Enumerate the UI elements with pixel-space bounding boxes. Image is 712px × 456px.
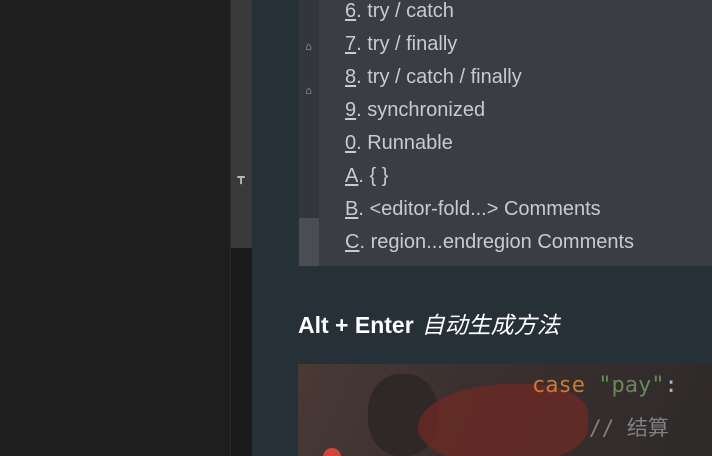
mnemonic-key: B [345, 198, 359, 220]
menu-item-label: . try / catch [356, 0, 454, 22]
menu-item-braces[interactable]: A. { } [345, 165, 634, 198]
menu-item-label: . try / finally [356, 33, 458, 55]
scrollbar-thumb[interactable] [231, 0, 253, 248]
surround-menu-list: 6. try / catch 7. try / finally 8. try /… [345, 0, 634, 264]
menu-item-runnable[interactable]: 0. Runnable [345, 132, 634, 165]
splitter-grip-icon[interactable]: ┳ [234, 170, 248, 184]
code-keyword: case [532, 373, 585, 398]
section-heading: Alt + Enter 自动生成方法 [298, 306, 560, 340]
mnemonic-key: 0 [345, 132, 357, 154]
shortcut-description: 自动生成方法 [421, 312, 560, 338]
code-string: "pay" [598, 373, 665, 398]
gutter-selection [299, 218, 319, 266]
menu-item-try-catch[interactable]: 6. try / catch [345, 0, 634, 33]
fold-marker-icon[interactable]: ⌂ [303, 84, 314, 98]
menu-item-label: . region...endregion Comments [359, 231, 635, 253]
code-screenshot: case "pay": // 结算 [298, 364, 712, 456]
menu-item-region-comments[interactable]: C. region...endregion Comments [345, 231, 634, 264]
code-line: case "pay": [532, 373, 678, 398]
code-punctuation: : [664, 373, 678, 398]
mnemonic-key: 9 [345, 99, 357, 121]
fold-marker-icon[interactable]: ⌂ [303, 40, 314, 54]
surround-with-popup: ⌂ ⌂ 6. try / catch 7. try / finally 8. t… [298, 0, 712, 267]
menu-item-synchronized[interactable]: 9. synchronized [345, 99, 634, 132]
mnemonic-key: 8 [345, 66, 357, 88]
mnemonic-key: 7 [345, 33, 357, 55]
mnemonic-key: 6 [345, 0, 357, 22]
menu-item-label: . <editor-fold...> Comments [358, 198, 601, 220]
mnemonic-key: A [345, 165, 359, 187]
menu-item-editor-fold-comments[interactable]: B. <editor-fold...> Comments [345, 198, 634, 231]
menu-item-label: . { } [358, 165, 389, 187]
menu-item-label: . Runnable [356, 132, 453, 154]
pane-splitter[interactable]: ┳ [230, 0, 253, 456]
menu-item-try-catch-finally[interactable]: 8. try / catch / finally [345, 66, 634, 99]
menu-item-label: . try / catch / finally [356, 66, 522, 88]
shortcut-label: Alt + Enter [298, 312, 414, 338]
menu-item-label: . synchronized [356, 99, 486, 121]
editor-gutter: ⌂ ⌂ [299, 0, 319, 266]
mnemonic-key: C [345, 231, 360, 253]
menu-item-try-finally[interactable]: 7. try / finally [345, 33, 634, 66]
left-pane [0, 0, 230, 456]
code-comment: // 结算 [589, 416, 669, 440]
